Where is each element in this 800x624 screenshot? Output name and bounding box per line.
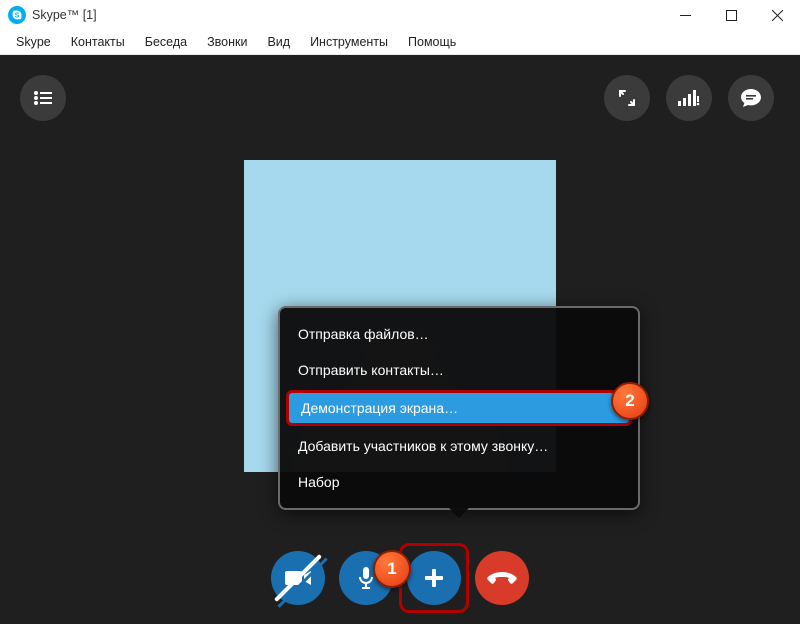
menu-contacts[interactable]: Контакты [61,32,135,52]
menu-view[interactable]: Вид [257,32,300,52]
menu-item-send-contacts[interactable]: Отправить контакты… [280,352,638,388]
skype-icon: S [8,6,26,24]
menubar: Skype Контакты Беседа Звонки Вид Инструм… [0,30,800,55]
plus-button[interactable] [407,551,461,605]
plus-menu-popup: Отправка файлов… Отправить контакты… Дем… [278,306,640,510]
fullscreen-button[interactable] [604,75,650,121]
annotation-badge-2: 2 [611,382,649,420]
menu-tools[interactable]: Инструменты [300,32,398,52]
menu-skype[interactable]: Skype [6,32,61,52]
menu-item-add-people[interactable]: Добавить участников к этому звонку… [280,428,638,464]
minimize-button[interactable] [662,0,708,30]
call-list-button[interactable] [20,75,66,121]
close-button[interactable] [754,0,800,30]
menu-help[interactable]: Помощь [398,32,466,52]
menu-item-share-screen[interactable]: Демонстрация экрана… [286,390,632,426]
titlebar: S Skype™ [1] [0,0,800,30]
menu-item-send-files[interactable]: Отправка файлов… [280,316,638,352]
call-quality-button[interactable] [666,75,712,121]
maximize-button[interactable] [708,0,754,30]
call-area: Отправка файлов… Отправить контакты… Дем… [0,55,800,624]
video-off-icon [274,554,322,602]
menu-calls[interactable]: Звонки [197,32,257,52]
menu-conversation[interactable]: Беседа [135,32,197,52]
video-toggle-button[interactable] [271,551,325,605]
svg-text:S: S [15,13,20,20]
window-controls [662,0,800,30]
hangup-button[interactable] [475,551,529,605]
chat-button[interactable] [728,75,774,121]
menu-item-dialpad[interactable]: Набор [280,464,638,500]
plus-button-wrap [407,551,461,605]
annotation-badge-1: 1 [373,550,411,588]
window-title: Skype™ [1] [32,8,97,22]
